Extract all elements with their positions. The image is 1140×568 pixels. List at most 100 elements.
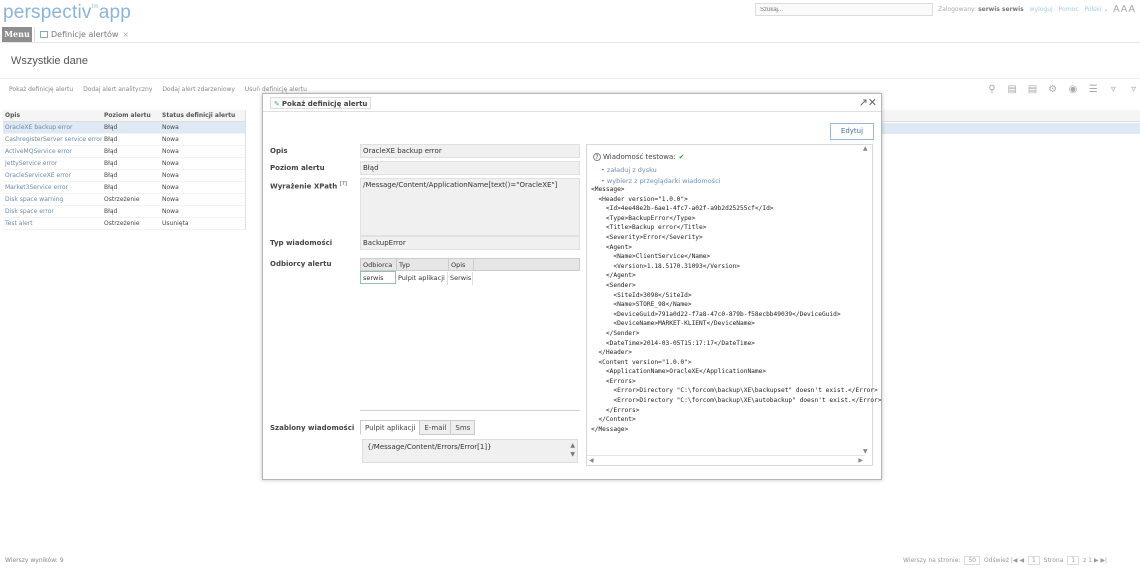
help-link[interactable]: [?] (340, 181, 347, 187)
tab-sms[interactable]: Sms (450, 420, 476, 435)
scrollbar[interactable]: ▲ ▼ (863, 145, 871, 455)
xml-line: </Sender> (591, 329, 640, 337)
export-pdf-icon[interactable]: ▤ (1006, 84, 1018, 96)
label-odbiorcy: Odbiorcy alertu (270, 260, 332, 268)
choose-from-browser-text: wybierz z przeglądarki wiadomości (606, 177, 721, 185)
xml-message-content: <Message> <Header version="1.0.0"> <Id>4… (591, 185, 882, 434)
label-poziom: Poziom alertu (270, 164, 325, 172)
menu-button[interactable]: Menu (2, 27, 32, 42)
scrollbar[interactable]: ◀ ▶ (587, 455, 865, 465)
xml-line: <Header version="1.0.0"> (591, 195, 688, 203)
table-row[interactable]: ActiveMQService error Błąd Nowa (3, 146, 245, 158)
table-row[interactable]: CashregisterServer service error Błąd Nowa (3, 134, 245, 146)
refresh-button[interactable]: Odśwież (984, 557, 1009, 564)
table-row[interactable]: OracleXE backup error Błąd Nowa (3, 122, 245, 134)
delete-alert-definition-button[interactable]: Usuń definicję alertu (245, 86, 307, 93)
tab-pulpit-aplikacji[interactable]: Pulpit aplikacji (360, 420, 421, 435)
template-content-text: {/Message/Content/Errors/Error[1]} (367, 443, 492, 451)
table-row[interactable]: serwis Pulpit aplikacji Serwis (360, 271, 580, 285)
dialog-controls: ↗✕ (859, 96, 877, 109)
xml-line: <Name>STORE_98</Name> (591, 301, 692, 309)
page-input[interactable]: 1 (1067, 556, 1080, 565)
show-alert-definition-button[interactable]: Pokaż definicję alertu (9, 86, 73, 93)
poziom-field[interactable]: Błąd (360, 161, 580, 175)
cell-typ: Pulpit aplikacji (396, 272, 448, 285)
last-page-icon[interactable]: ▶| (1100, 557, 1107, 564)
opis-field[interactable]: OracleXE backup error (360, 144, 580, 158)
page-of-label: z 1 (1083, 557, 1092, 564)
column-header-poziom[interactable]: Poziom alertu (102, 110, 160, 122)
table-row[interactable]: JettyService error Błąd Nowa (3, 158, 245, 170)
filter-icon[interactable]: ▿ (1107, 84, 1119, 96)
scroll-down-icon[interactable]: ▼ (863, 448, 868, 455)
table-row[interactable]: Disk space error Błąd Nowa (3, 206, 245, 218)
scroll-up-icon[interactable]: ▲ (863, 145, 868, 152)
eye-icon[interactable]: ◉ (1067, 84, 1079, 96)
choose-from-browser-link[interactable]: • wybierz z przeglądarki wiadomości (601, 177, 720, 185)
load-from-disk-text: załaduj z dysku (606, 166, 657, 174)
user-bar: Zalogowany: serwis serwis wyloguj Pomoc … (938, 6, 1108, 13)
edit-button[interactable]: Edytuj (830, 123, 874, 140)
recipients-table: Odbiorca Typ Opis serwis Pulpit aplikacji Se… (360, 258, 580, 285)
logout-link[interactable]: wyloguj (1030, 6, 1053, 13)
pagination: Wierszy na stronie: 50 Odśwież |◀ ◀ 1 St… (903, 556, 1107, 565)
cell-status: Nowa (162, 208, 179, 215)
xml-line: <Sender> (591, 281, 636, 289)
next-page-icon[interactable]: ▶ (1094, 557, 1099, 564)
column-header-status[interactable]: Status definicji alertu (160, 110, 240, 122)
help-icon[interactable]: ? (593, 153, 601, 161)
xml-line: <DeviceGuid>791a0d22-f7a8-47c0-879b-f58e… (591, 310, 841, 318)
maximize-icon[interactable]: ↗ (859, 96, 868, 109)
export-file-icon[interactable]: ▤ (1026, 84, 1038, 96)
xml-line: <Version>1.18.5170.31093</Version> (591, 262, 741, 270)
cell-poziom: Błąd (104, 136, 118, 143)
close-icon[interactable]: ✕ (868, 96, 877, 109)
column-header-opis[interactable]: Opis (3, 110, 102, 122)
tab-email[interactable]: E-mail (419, 420, 452, 435)
scroll-left-icon[interactable]: ◀ (589, 457, 594, 464)
columns-icon[interactable]: ☰ (1087, 84, 1099, 96)
table-row[interactable]: Market3Service error Błąd Nowa (3, 182, 245, 194)
scrollbar[interactable]: ▲ ▼ (570, 441, 575, 459)
xml-line: <ApplicationName>OracleXE</ApplicationNa… (591, 368, 767, 376)
cell-status: Nowa (162, 196, 179, 203)
check-icon: ✔ (678, 153, 685, 161)
cell-opis: JettyService error (5, 160, 58, 167)
column-header-typ[interactable]: Typ (397, 259, 449, 270)
dialog-header: ✎ Pokaż definicję alertu ↗✕ (263, 94, 881, 112)
table-row[interactable]: Disk space warning Ostrzeżenie Nowa (3, 194, 245, 206)
table-row[interactable]: Test alert Ostrzeżenie Usunięta (3, 218, 245, 230)
tab-alert-definitions[interactable]: Definicje alertów × (34, 27, 134, 42)
cell-opis: Serwis (448, 272, 473, 285)
tool-icons: ⚲ ▤ ▤ ⚙ ◉ ☰ ▿ ▿ (980, 84, 1140, 96)
font-size-control[interactable]: AAA (1113, 4, 1136, 15)
clear-filter-icon[interactable]: ▿ (1128, 84, 1140, 96)
close-icon[interactable]: × (122, 30, 129, 39)
add-event-alert-button[interactable]: Dodaj alert zdarzeniowy (162, 86, 235, 93)
app-logo: perspectivtmapp (3, 2, 131, 23)
rows-per-page-input[interactable]: 50 (964, 556, 980, 565)
first-page-icon[interactable]: |◀ (1011, 557, 1018, 564)
column-header-opis[interactable]: Opis (449, 259, 474, 270)
xpath-field[interactable]: /Message/Content/ApplicationName[text()=… (360, 178, 580, 236)
chevron-down-icon[interactable]: ⌄ (1103, 6, 1108, 13)
template-content-field[interactable]: {/Message/Content/Errors/Error[1]} ▲ ▼ (362, 439, 578, 463)
column-header-odbiorca[interactable]: Odbiorca (361, 259, 397, 270)
cell-poziom: Ostrzeżenie (104, 196, 140, 203)
search-icon[interactable]: ⚲ (986, 84, 998, 96)
help-link[interactable]: Pomoc (1059, 6, 1079, 13)
divider (245, 110, 246, 230)
cell-odbiorca[interactable]: serwis (360, 271, 396, 284)
settings-icon[interactable]: ⚙ (1047, 84, 1059, 96)
language-select[interactable]: Polski (1084, 6, 1101, 13)
add-analytic-alert-button[interactable]: Dodaj alert analityczny (83, 86, 152, 93)
xml-line: <Error>Directory "C:\forcom\backup\XE\ba… (591, 387, 878, 395)
search-input[interactable] (755, 3, 933, 16)
scroll-right-icon[interactable]: ▶ (858, 457, 863, 464)
load-from-disk-link[interactable]: • załaduj z dysku (601, 166, 657, 174)
xml-line: <Id>4ee48e2b-6ae1-4fc7-a02f-a9b2d25255cf… (591, 205, 774, 213)
table-row[interactable]: OracleServiceXE error Błąd Nowa (3, 170, 245, 182)
typ-field[interactable]: BackupError (360, 236, 580, 250)
prev-page-icon[interactable]: ◀ (1019, 557, 1024, 564)
action-toolbar: Pokaż definicję alertu Dodaj alert anali… (9, 86, 315, 93)
